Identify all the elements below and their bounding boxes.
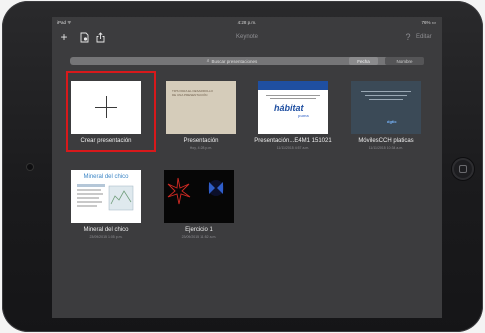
status-time: 4:28 p.m.	[237, 20, 257, 25]
presentation-thumbnail[interactable]: TIPS PARA EL DESARROLLO DE UNA PRESENTAC…	[166, 81, 236, 134]
battery-indicator: 76% ▭	[421, 20, 436, 25]
status-bar: iPad ᯤ 4:28 p.m. 76% ▭	[52, 17, 442, 27]
presentation-thumbnail[interactable]	[164, 170, 234, 223]
presentation-date: 11/11/2015 4:57 a.m.	[276, 146, 310, 150]
presentation-name: Ejercicio 1	[185, 227, 213, 233]
puma-logo: puma	[298, 113, 309, 118]
presentation-thumbnail[interactable]: hábitat puma	[258, 81, 328, 134]
sort-by-date-button[interactable]: Fecha	[349, 57, 378, 65]
app-title: Keynote	[235, 34, 259, 40]
keynote-screen: iPad ᯤ 4:28 p.m. 76% ▭ + Keynote ? Edita…	[52, 17, 442, 318]
presentation-date: 23/09/2015 11:52 a.m.	[181, 235, 217, 239]
presentation-thumbnail[interactable]: dgtic	[351, 81, 421, 134]
dgtic-logo: dgtic	[387, 119, 397, 124]
edit-button[interactable]: Editar	[416, 34, 432, 40]
presentation-name: Mineral del chico	[83, 227, 129, 233]
home-button[interactable]	[452, 158, 474, 180]
search-placeholder: Buscar presentaciones	[211, 58, 258, 64]
presentation-name: MóvilesCCH platicas	[358, 138, 414, 144]
help-icon[interactable]: ?	[403, 31, 413, 43]
presentation-thumbnail[interactable]: Mineral del chico	[71, 170, 141, 223]
create-presentation-highlight	[66, 71, 156, 152]
toolbar: + Keynote ? Editar	[52, 27, 442, 49]
thumbnail-content	[167, 177, 224, 205]
thumbnail-title: TIPS PARA EL DESARROLLO DE UNA PRESENTAC…	[172, 89, 214, 97]
thumbnail-header-band	[258, 81, 328, 90]
search-icon: ⌕	[206, 58, 210, 64]
thumbnail-title: Mineral del chico	[83, 174, 129, 180]
thumbnail-content	[77, 184, 134, 211]
presentation-date: 23/09/2015 1:05 p.m.	[89, 235, 123, 239]
habitat-logo: hábitat	[274, 103, 304, 113]
sort-by-name-button[interactable]: Nombre	[385, 57, 424, 65]
presentation-name: Presentación...E4M1 151021	[254, 138, 332, 144]
presentation-date: 11/11/2015 10:34 a.m.	[368, 146, 404, 150]
presentation-name: Presentación	[183, 138, 219, 144]
home-square-icon	[459, 165, 467, 173]
front-camera	[27, 164, 33, 170]
search-input[interactable]: ⌕ Buscar presentaciones	[70, 57, 394, 65]
presentation-date: Hoy, 4:28 p.m.	[189, 146, 213, 150]
